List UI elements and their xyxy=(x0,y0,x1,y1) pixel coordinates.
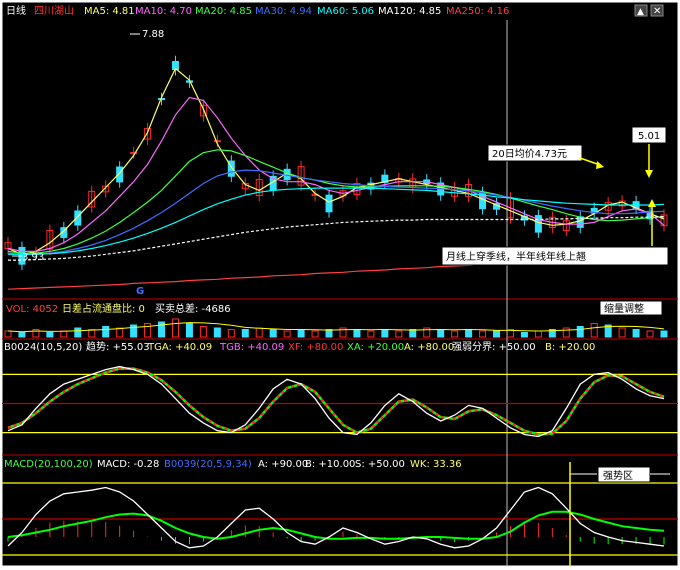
period-label[interactable]: 日线 xyxy=(6,4,26,17)
candle-body xyxy=(325,194,333,213)
volume-bar xyxy=(297,329,305,338)
stock-name: 四川湖山 xyxy=(34,5,74,17)
volume-bar xyxy=(632,329,640,338)
cross-note: 月线上穿季线，半年线年线上翘 xyxy=(446,250,586,263)
volume-bar xyxy=(409,329,417,338)
b0039-name: B0039(20,5,9,34) xyxy=(164,459,252,470)
vol-note: 缩量调整 xyxy=(604,302,644,315)
ma120-label: MA120: 4.85 xyxy=(378,6,441,17)
b0024-qr: 强弱分界: +50.00 xyxy=(452,341,536,353)
volume-bar xyxy=(660,330,668,338)
macd-wk: WK: 33.36 xyxy=(410,459,462,470)
price-high-label: 7.88 xyxy=(142,29,164,40)
ma20-label: MA20: 4.85 xyxy=(195,6,252,17)
b0024-tgb: TGB: +40.09 xyxy=(219,342,284,353)
vol-diff: 买卖总差: -4686 xyxy=(155,302,231,315)
volume-bar xyxy=(576,326,584,338)
macd-a: A: +90.00 xyxy=(258,459,308,470)
volume-bar xyxy=(493,330,501,338)
chart-background xyxy=(1,1,679,567)
volume-bar xyxy=(353,329,361,338)
ma10-label: MA10: 4.70 xyxy=(135,6,192,17)
volume-bar xyxy=(241,329,249,338)
g-marker: G xyxy=(136,286,144,297)
vol-value: VOL: 4052 xyxy=(6,304,58,315)
ma20-note: 20日均价4.73元 xyxy=(492,148,567,160)
volume-bar xyxy=(465,329,473,338)
ma5-label: MA5: 4.81 xyxy=(84,6,135,17)
price-low-label: 3.93 xyxy=(22,252,44,263)
b0024-name: B0024(10,5,20) xyxy=(4,342,82,353)
volume-bar xyxy=(325,329,333,338)
volume-bar xyxy=(74,327,82,338)
ma60-label: MA60: 5.06 xyxy=(317,6,374,17)
volume-bar xyxy=(102,326,110,338)
b0024-a: A: +80.00 xyxy=(404,342,454,353)
volume-bar xyxy=(437,329,445,338)
last-price-label: 5.01 xyxy=(638,131,660,142)
macd-value: MACD: -0.28 xyxy=(97,459,159,470)
stock-chart-window: 日线 四川湖山 MA5: 4.81 MA10: 4.70 MA20: 4.85 … xyxy=(0,0,680,570)
macd-b: B: +10.00 xyxy=(305,459,355,470)
b0024-b: B: +20.00 xyxy=(545,342,595,353)
strong-zone-label: 强势区 xyxy=(603,469,633,482)
ma30-label: MA30: 4.94 xyxy=(255,6,312,17)
volume-bar xyxy=(18,332,26,338)
volume-bar xyxy=(381,329,389,338)
b0024-tga: TGA: +40.09 xyxy=(147,342,212,353)
b0024-xa: XA: +20.00 xyxy=(347,342,404,353)
vol-ratio: 日差占流通盘比: 0 xyxy=(62,302,145,315)
ma250-label: MA250: 4.16 xyxy=(446,6,509,17)
up-arrow-icon: ▲ xyxy=(637,7,644,17)
close-icon: ✕ xyxy=(653,6,661,17)
b0024-xf: XF: +80.00 xyxy=(288,342,343,353)
macd-name: MACD(20,100,20) xyxy=(4,459,93,470)
volume-bar xyxy=(158,321,166,338)
volume-bar xyxy=(46,332,54,338)
macd-s: S: +50.00 xyxy=(355,459,405,470)
volume-bar xyxy=(520,332,528,338)
volume-bar xyxy=(185,323,193,338)
volume-bar xyxy=(269,329,277,338)
volume-bar xyxy=(213,327,221,338)
candle-body xyxy=(213,140,221,143)
b0024-trend: 趋势: +55.03 xyxy=(86,340,150,353)
stock-chart: 日线 四川湖山 MA5: 4.81 MA10: 4.70 MA20: 4.85 … xyxy=(0,0,680,570)
